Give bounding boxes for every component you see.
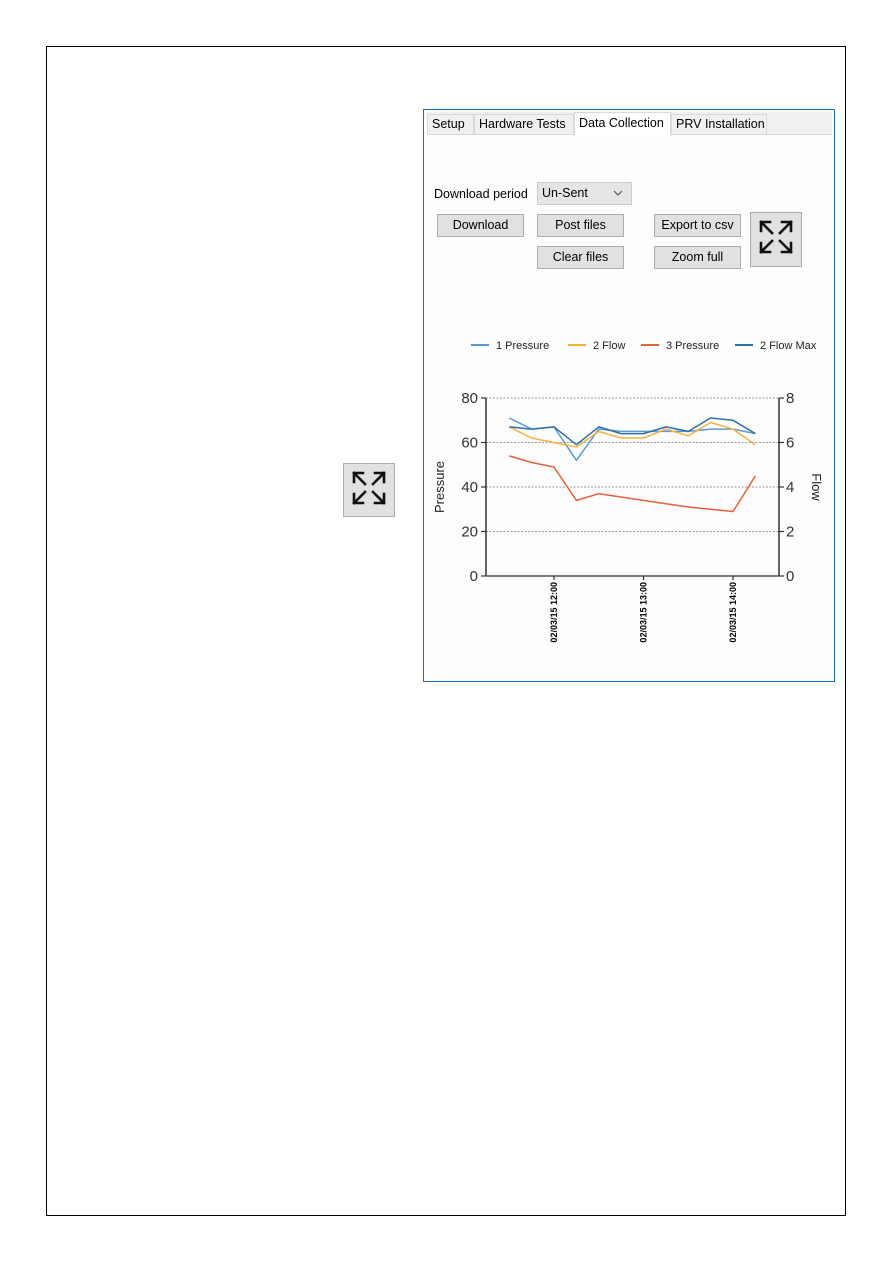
- y2-tick-label: 2: [786, 524, 794, 541]
- line-chart: 1 Pressure 2 Flow 3 Pressure 2 Flow Max 020…: [432, 340, 824, 643]
- y-tick-label: 20: [461, 524, 478, 541]
- expand-arrows-icon: [349, 468, 389, 513]
- expand-button-illustration: [343, 463, 395, 517]
- y2-tick-label: 4: [786, 479, 794, 496]
- legend-label: 3 Pressure: [666, 340, 719, 352]
- y-axis-title: Pressure: [432, 461, 447, 513]
- y2-tick-label: 6: [786, 435, 794, 452]
- tab-data-collection[interactable]: Data Collection: [574, 112, 671, 136]
- chart-grid: [486, 397, 779, 532]
- x-tick-label: 02/03/15 14:00: [728, 582, 738, 643]
- chart-labels: 0 20 40 60 80 0 2 4 6 8 Pressure Flow 02/03/15 12:00…: [432, 390, 824, 643]
- chart-lines: [508, 417, 757, 513]
- chart-legend: 1 Pressure 2 Flow 3 Pressure 2 Flow Max: [471, 340, 817, 352]
- legend-label: 2 Flow: [593, 340, 625, 352]
- y-tick-label: 60: [461, 435, 478, 452]
- app-window: Setup Hardware Tests Data Collection PRV…: [423, 109, 835, 682]
- x-tick-label: 02/03/15 13:00: [639, 582, 649, 643]
- series-line-2-flow: [508, 421, 756, 448]
- y2-tick-label: 0: [786, 568, 794, 585]
- y-tick-label: 80: [461, 390, 478, 407]
- series-line-3-pressure: [509, 455, 757, 513]
- y-tick-label: 0: [470, 568, 478, 585]
- y2-axis-title: Flow: [809, 473, 824, 501]
- y2-tick-label: 8: [786, 390, 794, 407]
- y-tick-label: 40: [461, 479, 478, 496]
- legend-label: 1 Pressure: [496, 340, 549, 352]
- x-tick-label: 02/03/15 12:00: [549, 582, 559, 643]
- legend-label: 2 Flow Max: [760, 340, 817, 352]
- chart-axes: [481, 397, 784, 580]
